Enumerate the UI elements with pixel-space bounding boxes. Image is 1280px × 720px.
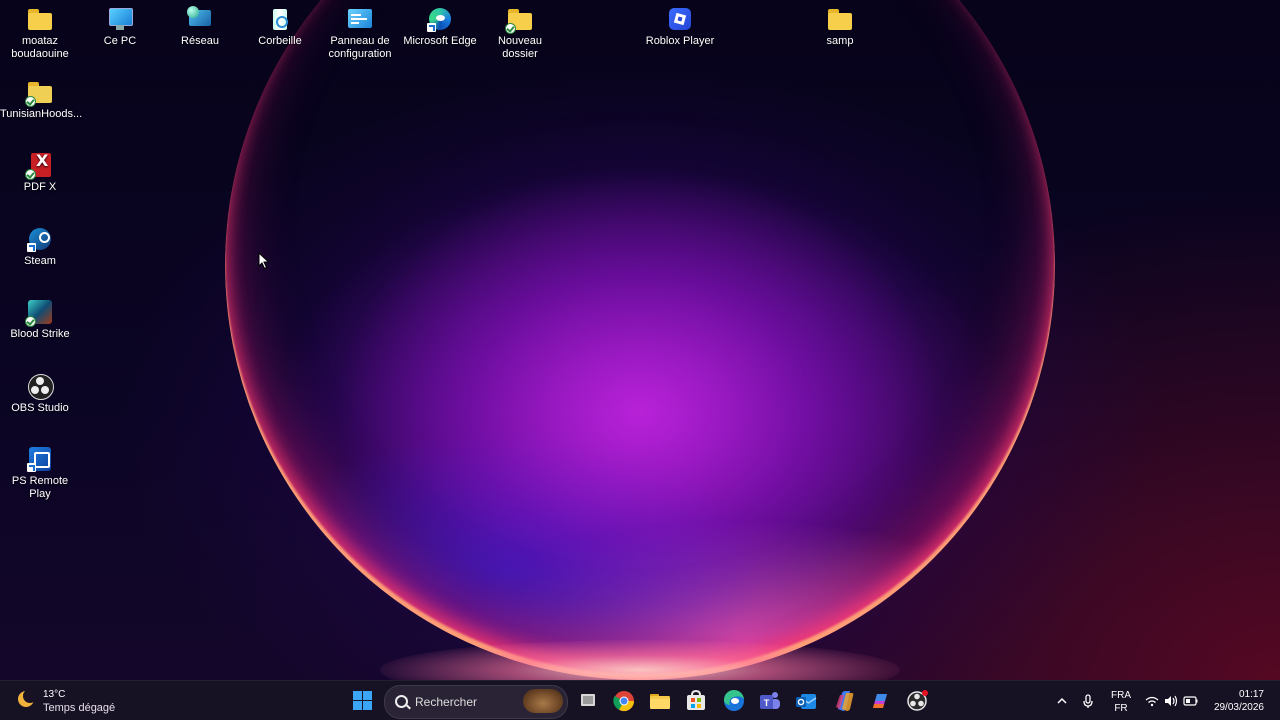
file-explorer-button[interactable] xyxy=(644,685,676,717)
desktop-icon-blood-strike[interactable]: Blood Strike xyxy=(0,295,80,341)
file-explorer-icon xyxy=(650,694,670,709)
search-highlight-image xyxy=(523,689,563,713)
computer-icon xyxy=(107,6,133,32)
outlook-button[interactable] xyxy=(790,685,822,717)
desktop-icon-ps-remote-play[interactable]: PS Remote Play xyxy=(0,442,80,501)
roblox-icon xyxy=(667,6,693,32)
desktop-icon-corbeille[interactable]: Corbeille xyxy=(240,2,320,48)
desktop-wallpaper xyxy=(0,0,1280,680)
ps-remote-play-icon xyxy=(27,446,53,472)
weather-description: Temps dégagé xyxy=(43,702,116,714)
obs-icon xyxy=(907,690,928,711)
desktop-icon-microsoft-edge[interactable]: Microsoft Edge xyxy=(400,2,480,48)
network-icon xyxy=(187,6,213,32)
desktop-icon-label: PS Remote Play xyxy=(11,475,69,500)
microsoft365-icon xyxy=(873,694,887,708)
pdf-icon: X xyxy=(25,152,53,180)
game-icon xyxy=(25,299,53,327)
microphone-button[interactable] xyxy=(1078,685,1098,717)
desktop-icon-label: Blood Strike xyxy=(10,328,70,340)
show-hidden-icons-button[interactable] xyxy=(1052,685,1072,717)
store-button[interactable] xyxy=(680,685,712,717)
volume-icon xyxy=(1165,695,1178,707)
desktop-icon-moataz-boudaouine[interactable]: moataz boudaouine xyxy=(0,2,80,61)
keyboard-layout: FR xyxy=(1114,703,1128,714)
desktop-icon-label: moataz boudaouine xyxy=(11,35,69,60)
desktop-icon-label: OBS Studio xyxy=(11,402,69,414)
wallpaper-orb xyxy=(225,0,1055,680)
battery-icon xyxy=(1183,696,1198,706)
teams-button[interactable]: T xyxy=(754,685,786,717)
desktop-icon-roblox-player[interactable]: Roblox Player xyxy=(640,2,720,48)
copilot-icon xyxy=(836,691,854,711)
obs-icon xyxy=(27,373,54,400)
chrome-button[interactable] xyxy=(608,685,640,717)
task-view-button[interactable] xyxy=(572,685,604,717)
edge-icon xyxy=(723,689,744,711)
input-language-indicator[interactable]: FRA FR xyxy=(1106,689,1136,715)
start-button[interactable] xyxy=(347,685,379,717)
desktop-icon-samp[interactable]: samp xyxy=(800,2,880,48)
desktop-icon-label: Ce PC xyxy=(103,35,137,47)
desktop-icon-obs-studio[interactable]: OBS Studio xyxy=(0,369,80,415)
desktop-icon-steam[interactable]: Steam xyxy=(0,222,80,268)
microsoft365-button[interactable] xyxy=(864,685,896,717)
desktop-icon-label: Roblox Player xyxy=(645,35,715,47)
desktop-icon-label: samp xyxy=(826,35,854,47)
recycle-bin-icon xyxy=(267,6,293,32)
clock-date: 29/03/2026 xyxy=(1213,702,1264,713)
folder-icon xyxy=(505,6,533,34)
desktop-icon-label: TunisianHoods... xyxy=(0,108,83,120)
taskbar: 13°C Temps dégagé Rechercher T FRA FR 01… xyxy=(0,680,1280,720)
outlook-icon xyxy=(796,694,817,709)
moon-icon xyxy=(16,689,37,709)
quick-settings-icons xyxy=(1145,695,1198,707)
search-icon xyxy=(395,695,408,708)
desktop-icon-tunisianhoods[interactable]: TunisianHoods... xyxy=(0,75,83,121)
control-panel-icon xyxy=(347,6,373,32)
desktop-icon-label: Corbeille xyxy=(258,35,302,47)
weather-widget[interactable]: 13°C Temps dégagé xyxy=(14,687,144,715)
desktop-icon-reseau[interactable]: Réseau xyxy=(160,2,240,48)
desktop-icon-ce-pc[interactable]: Ce PC xyxy=(80,2,160,48)
desktop-icon-label: Réseau xyxy=(181,35,219,47)
desktop-icon-label: PDF X xyxy=(23,181,57,193)
weather-temperature: 13°C xyxy=(43,689,66,700)
steam-icon xyxy=(27,226,53,252)
store-icon xyxy=(687,689,705,710)
desktop-icon-label: Microsoft Edge xyxy=(403,35,477,47)
task-view-icon xyxy=(581,694,595,706)
folder-icon xyxy=(827,6,853,32)
desktop-icon-label: Nouveau dossier xyxy=(497,35,543,60)
clock[interactable]: 01:17 29/03/2026 xyxy=(1214,688,1264,714)
svg-text:T: T xyxy=(764,698,770,708)
edge-icon xyxy=(427,6,453,32)
taskbar-search[interactable]: Rechercher xyxy=(384,685,568,719)
edge-taskbar-button[interactable] xyxy=(718,685,750,717)
copilot-button[interactable] xyxy=(828,685,860,717)
folder-icon xyxy=(27,6,53,32)
language-code: FRA xyxy=(1111,690,1131,701)
quick-settings-button[interactable] xyxy=(1142,685,1202,717)
teams-icon: T xyxy=(760,692,780,709)
chrome-icon xyxy=(613,691,635,712)
wifi-icon xyxy=(1145,696,1159,707)
folder-icon xyxy=(25,79,53,107)
desktop-icon-panneau-de-configuration[interactable]: Panneau de configuration xyxy=(320,2,400,61)
wallpaper-glow xyxy=(380,640,900,680)
desktop-icon-label: Panneau de configuration xyxy=(328,35,392,60)
search-placeholder: Rechercher xyxy=(415,695,478,709)
obs-taskbar-button[interactable] xyxy=(901,685,933,717)
desktop-icon-label: Steam xyxy=(24,255,56,267)
chevron-up-icon xyxy=(1057,697,1067,704)
desktop-icon-pdf-x[interactable]: X PDF X xyxy=(0,148,80,194)
microphone-icon xyxy=(1083,694,1093,708)
desktop-icon-nouveau-dossier[interactable]: Nouveau dossier xyxy=(480,2,560,61)
clock-time: 01:17 xyxy=(1238,689,1264,700)
